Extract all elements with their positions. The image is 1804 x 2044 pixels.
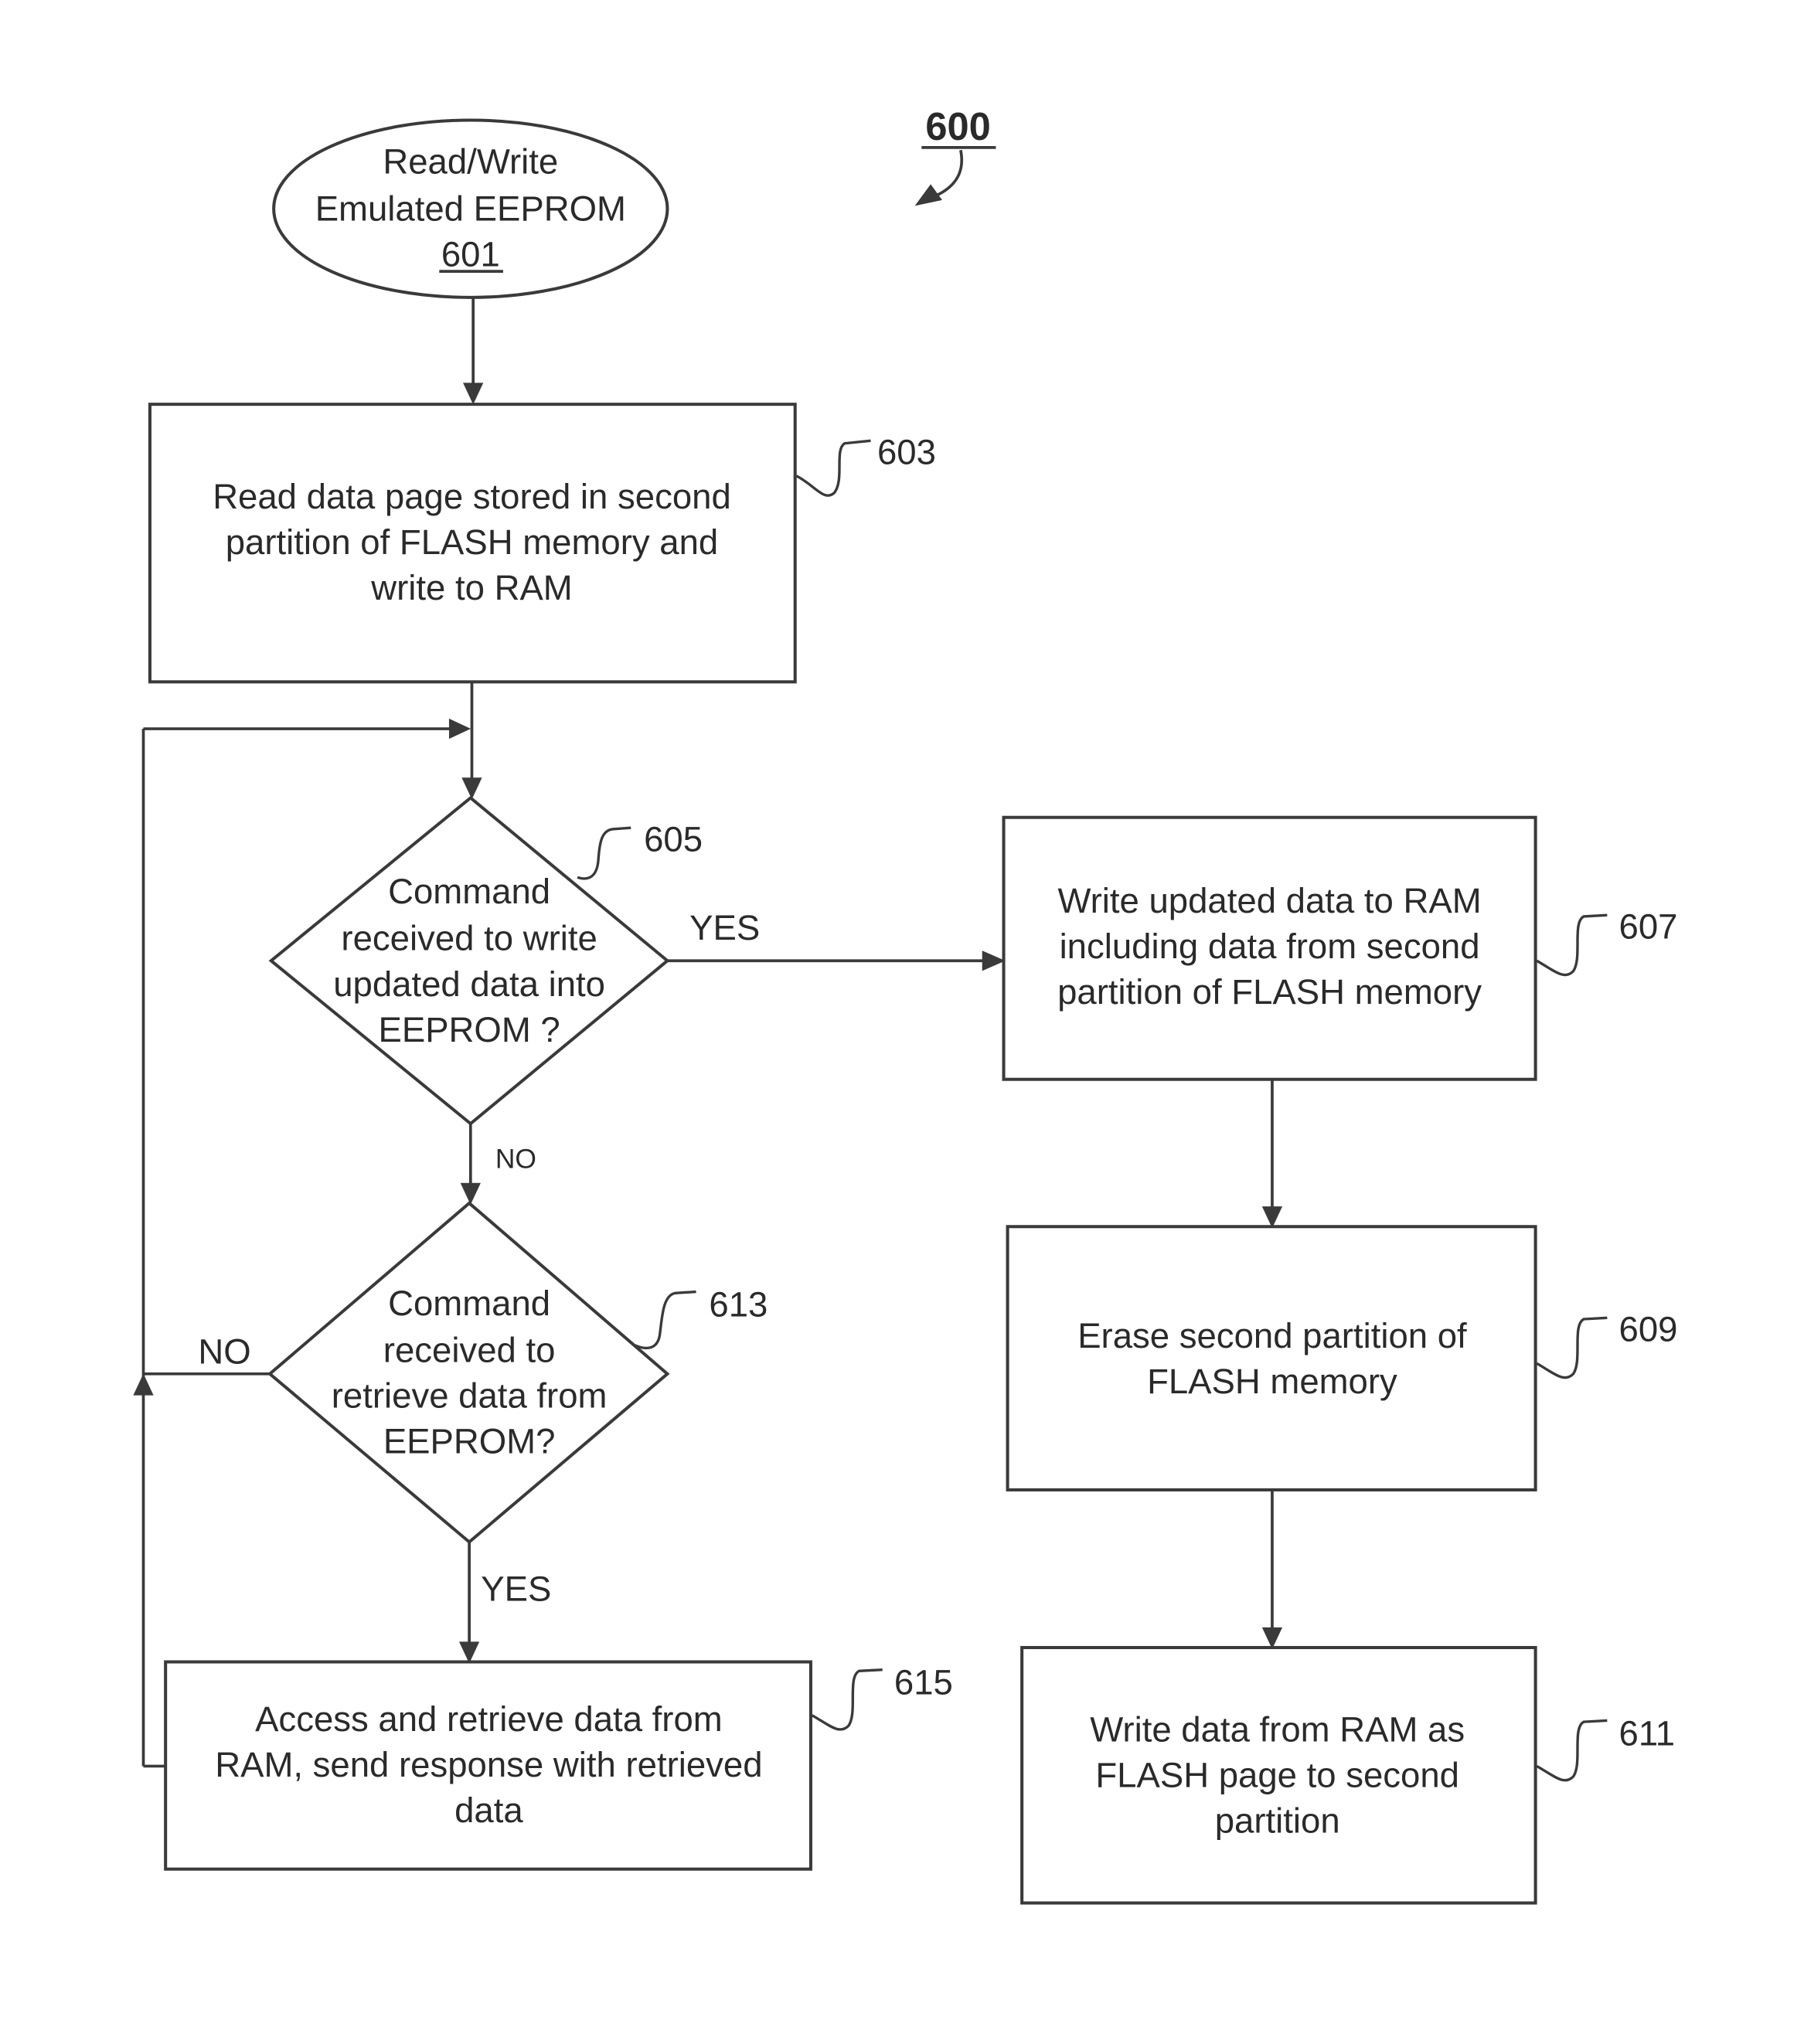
node-605-line-2: received to write: [341, 919, 597, 958]
node-605-ref: 605: [644, 820, 703, 859]
node-603-ref-leader: [795, 439, 871, 497]
node-615-process: Access and retrieve data from RAM, send …: [143, 1660, 953, 1871]
arrowhead: [133, 1373, 154, 1396]
decision-diamond: [268, 795, 670, 1126]
node-609-line-1: Erase second partition of: [1077, 1316, 1467, 1355]
node-609-line-2: FLASH memory: [1147, 1362, 1397, 1401]
node-607-line-2: including data from second: [1060, 927, 1480, 966]
node-613-line-4: EEPROM?: [383, 1422, 556, 1461]
decision-diamond: [267, 1201, 670, 1545]
edge-607-to-609: [1261, 1079, 1283, 1229]
node-611-line-2: FLASH page to second: [1095, 1755, 1459, 1794]
edge-605-yes-to-607: YES: [667, 908, 1006, 971]
edge-601-to-603: [463, 297, 484, 405]
node-615-line-3: data: [454, 1791, 523, 1830]
arrowhead: [448, 718, 471, 740]
arrowhead: [458, 1641, 480, 1664]
node-603-ref: 603: [877, 433, 936, 472]
node-615-ref-leader: [811, 1668, 883, 1731]
node-611-ref-leader: [1536, 1719, 1608, 1782]
edge-605-no-label: NO: [495, 1143, 536, 1174]
arrowhead: [1261, 1627, 1283, 1649]
node-607-line-1: Write updated data to RAM: [1057, 881, 1481, 920]
node-613-ref: 613: [709, 1285, 768, 1325]
node-615-ref: 615: [894, 1663, 953, 1702]
node-611-line-1: Write data from RAM as: [1090, 1709, 1465, 1749]
node-607-process: Write updated data to RAM including data…: [1002, 815, 1678, 1081]
process-box: [1006, 1225, 1537, 1491]
node-603-line-1: Read data page stored in second: [213, 477, 731, 516]
figure-pointer-arrowhead: [914, 184, 943, 206]
node-605-decision: Command received to write updated data i…: [268, 795, 703, 1126]
node-609-ref-leader: [1536, 1316, 1608, 1379]
edge-613-yes-to-615: YES: [458, 1542, 551, 1664]
edge-613-no-label: NO: [198, 1331, 250, 1371]
node-601-line-2: Emulated EEPROM: [315, 189, 626, 228]
node-609-process: Erase second partition of FLASH memory 6…: [1006, 1225, 1678, 1491]
edge-613-no-to-loop: NO: [133, 1331, 271, 1396]
node-613-decision: Command received to retrieve data from E…: [267, 1201, 768, 1545]
edge-605-no-to-613: NO: [460, 1124, 536, 1205]
arrowhead: [982, 951, 1006, 971]
node-603-line-3: write to RAM: [370, 568, 573, 607]
node-605-line-4: EEPROM ?: [378, 1010, 560, 1049]
node-609-ref: 609: [1619, 1310, 1678, 1349]
arrowhead: [1261, 1206, 1283, 1229]
node-611-process: Write data from RAM as FLASH page to sec…: [1020, 1645, 1676, 1905]
arrowhead: [463, 383, 484, 405]
edge-603-to-605: [461, 682, 482, 800]
figure-label: 600: [914, 104, 996, 206]
node-613-line-3: retrieve data from: [332, 1376, 608, 1416]
node-601-line-1: Read/Write: [383, 142, 558, 182]
node-607-ref-leader: [1536, 913, 1608, 977]
figure-pointer-curve: [935, 149, 964, 197]
edge-609-to-611: [1261, 1489, 1283, 1649]
node-603-line-2: partition of FLASH memory and: [226, 522, 719, 562]
node-607-ref: 607: [1619, 907, 1678, 947]
node-603-process: Read data page stored in second partitio…: [148, 403, 936, 684]
edge-605-yes-label: YES: [689, 908, 760, 947]
node-605-ref-leader: [577, 826, 631, 880]
arrowhead: [460, 1182, 481, 1205]
node-611-line-3: partition: [1215, 1801, 1340, 1840]
node-615-line-2: RAM, send response with retrieved: [215, 1745, 762, 1784]
node-607-line-3: partition of FLASH memory: [1057, 972, 1482, 1012]
node-605-line-1: Command: [388, 872, 550, 911]
node-615-line-1: Access and retrieve data from: [255, 1699, 723, 1739]
node-605-line-3: updated data into: [333, 964, 605, 1004]
edge-613-yes-label: YES: [481, 1569, 551, 1608]
node-613-line-1: Command: [388, 1284, 550, 1323]
arrowhead: [461, 777, 482, 800]
node-601-ref: 601: [441, 234, 500, 274]
node-611-ref: 611: [1619, 1713, 1676, 1753]
figure-number: 600: [925, 104, 990, 148]
flowchart: 600 Read/Write Emulated EEPROM 601 Read …: [133, 104, 1678, 1905]
node-613-ref-leader: [634, 1290, 696, 1350]
node-601-start: Read/Write Emulated EEPROM 601: [272, 118, 669, 299]
node-613-line-2: received to: [383, 1331, 556, 1370]
